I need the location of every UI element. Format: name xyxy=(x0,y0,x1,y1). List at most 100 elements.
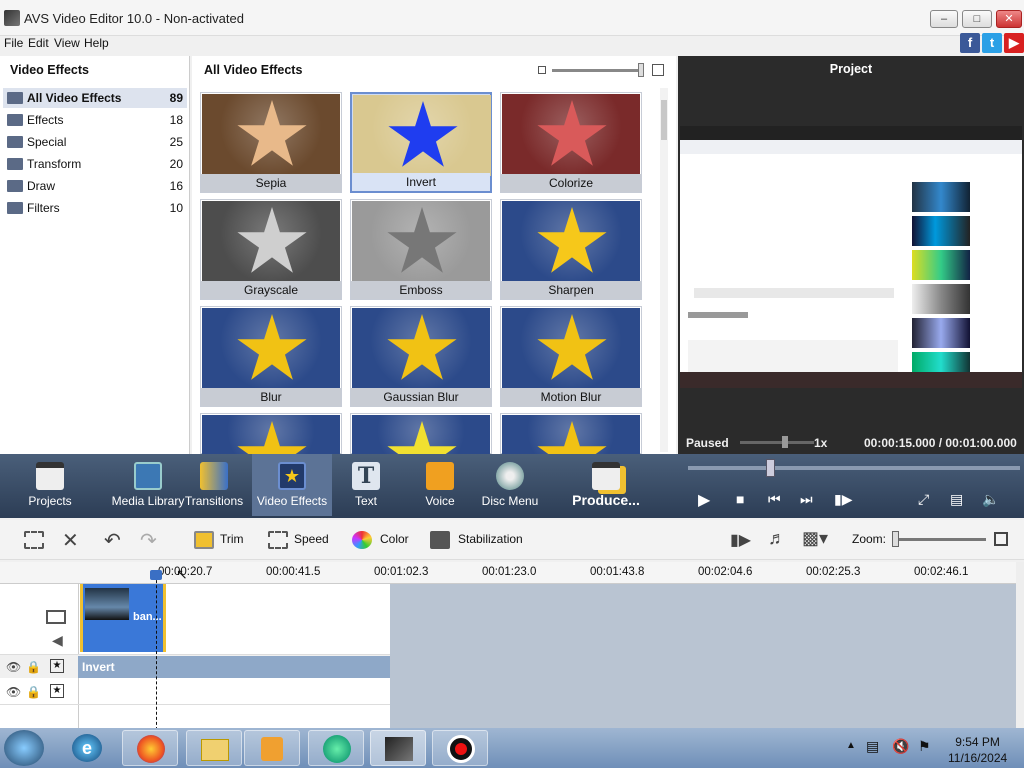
category-filters[interactable]: Filters 10 xyxy=(3,198,187,218)
effect-thumb[interactable] xyxy=(200,413,342,487)
stabilization-button[interactable]: Stabilization xyxy=(458,532,523,546)
playhead[interactable] xyxy=(156,570,157,730)
effect-thumb[interactable]: Sepia xyxy=(200,92,342,193)
tab-text[interactable]: T Text xyxy=(340,454,392,516)
effect-thumb[interactable]: Emboss xyxy=(350,199,492,300)
category-draw[interactable]: Draw 16 xyxy=(3,176,187,196)
menu-view[interactable]: View xyxy=(54,36,80,50)
color-button[interactable]: Color xyxy=(380,532,409,546)
effect-label: Emboss xyxy=(351,281,491,299)
tab-voice[interactable]: Voice xyxy=(414,454,466,516)
category-all-video-effects[interactable]: All Video Effects 89 xyxy=(3,88,187,108)
audio-mixer-icon[interactable]: ♬ xyxy=(768,528,786,549)
minimize-button[interactable]: – xyxy=(930,10,958,28)
playback-speed[interactable]: 1x xyxy=(814,436,827,450)
audio-split-icon[interactable]: ▮▶ xyxy=(730,530,751,550)
speed-button[interactable]: Speed xyxy=(294,532,329,546)
split-icon[interactable]: ▮▶ xyxy=(834,491,852,508)
tray-expand-icon[interactable]: ▲ xyxy=(846,740,856,751)
snapshot-icon[interactable]: ▤ xyxy=(950,491,963,508)
grid-scrollbar-thumb[interactable] xyxy=(661,100,667,140)
seek-bar[interactable] xyxy=(688,466,1020,470)
tab-transitions[interactable]: Transitions xyxy=(182,454,246,516)
seek-handle[interactable] xyxy=(766,459,775,477)
trim-icon[interactable] xyxy=(194,531,214,549)
playhead-marker[interactable] xyxy=(150,570,162,580)
effect-thumb[interactable]: Grayscale xyxy=(200,199,342,300)
app-taskbar-button[interactable] xyxy=(308,730,364,766)
close-button[interactable]: ✕ xyxy=(996,10,1022,28)
explorer-taskbar-button[interactable] xyxy=(186,730,242,766)
effect-thumb[interactable]: Colorize xyxy=(500,92,642,193)
start-button[interactable] xyxy=(4,730,44,766)
preview-thumb xyxy=(912,284,970,314)
recorder-taskbar-button[interactable] xyxy=(432,730,488,766)
trim-button[interactable]: Trim xyxy=(220,532,244,546)
effects-grid-panel: All Video Effects Sepia Invert Colorize Gra… xyxy=(192,56,676,487)
media-player-taskbar-button[interactable] xyxy=(244,730,300,766)
thumb-size-slider[interactable] xyxy=(552,69,644,72)
internet-explorer-icon[interactable]: e xyxy=(72,734,102,762)
action-center-icon[interactable]: ⚑ xyxy=(918,738,931,755)
category-effects[interactable]: Effects 18 xyxy=(3,110,187,130)
delete-icon[interactable]: ✕ xyxy=(62,528,79,553)
facebook-icon[interactable]: f xyxy=(960,33,980,53)
large-thumbs-icon[interactable] xyxy=(652,64,664,76)
tab-projects[interactable]: Projects xyxy=(14,454,86,516)
fit-timeline-icon[interactable] xyxy=(994,532,1008,546)
firefox-taskbar-button[interactable] xyxy=(122,730,178,766)
stop-icon[interactable]: ■ xyxy=(736,491,744,507)
stabilization-icon[interactable] xyxy=(430,531,450,549)
next-frame-icon[interactable]: ⏭ xyxy=(800,491,813,508)
redo-icon[interactable]: ↷ xyxy=(140,528,157,553)
avs-taskbar-button[interactable] xyxy=(370,730,426,766)
volume-slider[interactable] xyxy=(740,441,814,444)
previous-frame-icon[interactable]: ⏮ xyxy=(768,491,781,508)
thumb-size-slider-handle[interactable] xyxy=(638,63,644,77)
category-special[interactable]: Special 25 xyxy=(3,132,187,152)
timeline-scrollbar[interactable] xyxy=(1016,562,1024,728)
tab-produce[interactable]: Produce... xyxy=(566,454,646,516)
maximize-button[interactable]: □ xyxy=(962,10,992,28)
color-icon[interactable] xyxy=(352,531,372,549)
category-transform[interactable]: Transform 20 xyxy=(3,154,187,174)
volume-muted-icon[interactable]: 🔇 xyxy=(892,738,909,755)
video-clip[interactable]: ban... xyxy=(80,584,166,652)
effect-thumb[interactable] xyxy=(500,413,642,487)
youtube-icon[interactable]: ▶ xyxy=(1004,33,1024,53)
effect-thumb[interactable]: Sharpen xyxy=(500,199,642,300)
tab-video-effects[interactable]: ★ Video Effects xyxy=(252,454,332,516)
undo-icon[interactable]: ↶ xyxy=(104,528,121,553)
lock-icon[interactable]: 🔒 xyxy=(26,660,41,674)
effect-thumb[interactable]: Gaussian Blur xyxy=(350,306,492,407)
system-clock[interactable]: 9:54 PM 11/16/2024 xyxy=(948,734,1007,766)
zoom-slider-handle[interactable] xyxy=(892,531,899,547)
play-icon[interactable]: ▶ xyxy=(698,490,710,510)
avs-editor-icon xyxy=(385,737,413,761)
small-thumbs-icon[interactable] xyxy=(538,66,546,74)
menu-help[interactable]: Help xyxy=(84,36,109,50)
aspect-ratio-icon[interactable]: ▩▾ xyxy=(802,528,828,549)
effect-thumb[interactable] xyxy=(350,413,492,487)
effect-thumb[interactable]: Motion Blur xyxy=(500,306,642,407)
twitter-icon[interactable]: t xyxy=(982,33,1002,53)
volume-slider-handle[interactable] xyxy=(782,436,788,448)
menu-file[interactable]: File xyxy=(4,36,23,50)
lock-icon[interactable]: 🔒 xyxy=(26,685,41,699)
speed-icon[interactable] xyxy=(268,531,288,549)
audio-mute-icon[interactable]: ◀ xyxy=(52,632,63,649)
zoom-slider[interactable] xyxy=(892,538,986,541)
effect-clip[interactable]: Invert xyxy=(78,656,390,678)
eye-icon[interactable]: 👁 xyxy=(6,660,21,674)
effect-thumb[interactable]: Invert xyxy=(350,92,492,193)
grid-scrollbar[interactable] xyxy=(660,88,668,452)
tab-disc-menu[interactable]: Disc Menu xyxy=(478,454,542,516)
network-icon[interactable]: ▤ xyxy=(866,738,879,755)
effect-thumb[interactable]: Blur xyxy=(200,306,342,407)
menu-edit[interactable]: Edit xyxy=(28,36,49,50)
storyboard-toggle-icon[interactable] xyxy=(24,531,44,549)
windows-taskbar: e ▲ ▤ 🔇 ⚑ 9:54 PM 11/16/2024 xyxy=(0,728,1024,768)
fullscreen-icon[interactable]: ⤢ xyxy=(918,491,929,508)
eye-icon[interactable]: 👁 xyxy=(6,685,21,699)
volume-icon[interactable]: 🔈 xyxy=(982,491,999,508)
